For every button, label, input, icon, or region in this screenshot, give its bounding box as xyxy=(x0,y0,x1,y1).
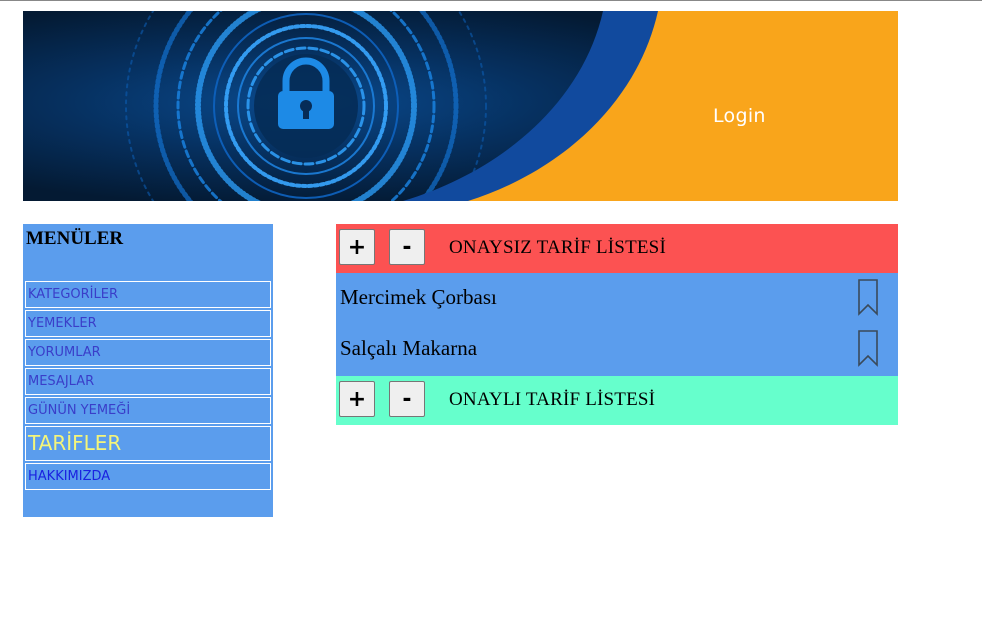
recipe-name: Salçalı Makarna xyxy=(340,336,478,360)
menu-item-hakkimizda[interactable]: HAKKIMIZDA xyxy=(25,463,271,490)
unapproved-collapse-button[interactable]: - xyxy=(389,229,425,265)
unapproved-recipe-list: Mercimek Çorbası Salçalı Makarna xyxy=(336,273,898,376)
approved-collapse-button[interactable]: - xyxy=(389,381,425,417)
header-banner: Login xyxy=(23,11,898,201)
recipe-name: Mercimek Çorbası xyxy=(340,285,497,309)
approved-list-title: ONAYLI TARİF LİSTESİ xyxy=(449,389,656,410)
unapproved-list-header: + - ONAYSIZ TARİF LİSTESİ xyxy=(336,224,898,273)
menu-list: KATEGORİLER YEMEKLER YORUMLAR MESAJLAR G… xyxy=(25,281,271,492)
menu-item-kategoriler[interactable]: KATEGORİLER xyxy=(25,281,271,308)
sidebar-menu: MENÜLER KATEGORİLER YEMEKLER YORUMLAR ME… xyxy=(23,224,273,517)
sidebar-title: MENÜLER xyxy=(26,228,124,249)
list-item[interactable]: Mercimek Çorbası xyxy=(336,273,898,324)
security-banner-image xyxy=(23,11,898,201)
unapproved-expand-button[interactable]: + xyxy=(339,229,375,265)
bookmark-icon[interactable] xyxy=(856,329,880,367)
menu-item-yemekler[interactable]: YEMEKLER xyxy=(25,310,271,337)
menu-item-mesajlar[interactable]: MESAJLAR xyxy=(25,368,271,395)
top-border xyxy=(0,0,982,1)
login-link[interactable]: Login xyxy=(713,105,766,127)
menu-item-tarifler[interactable]: TARİFLER xyxy=(25,426,271,461)
bookmark-icon[interactable] xyxy=(856,278,880,316)
approved-list-header: + - ONAYLI TARİF LİSTESİ xyxy=(336,376,898,425)
unapproved-list-title: ONAYSIZ TARİF LİSTESİ xyxy=(449,237,666,258)
menu-item-yorumlar[interactable]: YORUMLAR xyxy=(25,339,271,366)
list-item[interactable]: Salçalı Makarna xyxy=(336,324,898,375)
approved-expand-button[interactable]: + xyxy=(339,381,375,417)
menu-item-gunun-yemegi[interactable]: GÜNÜN YEMEĞİ xyxy=(25,397,271,424)
